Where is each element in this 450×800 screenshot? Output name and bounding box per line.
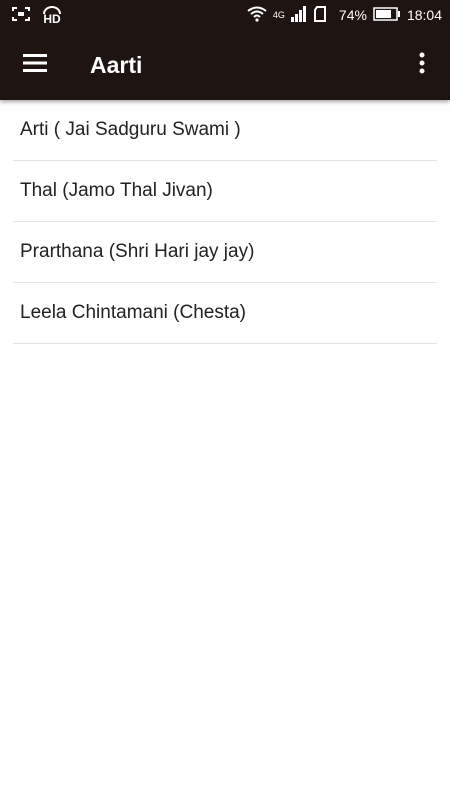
more-vert-icon <box>419 52 425 79</box>
screenshot-icon <box>12 6 30 24</box>
hd-headset-icon: HD <box>42 6 62 26</box>
menu-button[interactable] <box>0 30 70 100</box>
status-bar: HD 4G 74% 18:04 <box>0 0 450 30</box>
list-item-label: Leela Chintamani (Chesta) <box>20 302 247 323</box>
battery-icon <box>373 6 401 24</box>
list-item-label: Prarthana (Shri Hari jay jay) <box>20 241 255 262</box>
network-type-label: 4G <box>272 10 285 20</box>
signal-icon <box>290 5 307 25</box>
aarti-list: Arti ( Jai Sadguru Swami ) Thal (Jamo Th… <box>0 100 450 344</box>
sim-icon <box>313 5 327 25</box>
clock: 18:04 <box>406 7 442 23</box>
battery-percent: 74% <box>338 7 367 23</box>
hamburger-menu-icon <box>23 53 47 77</box>
app-bar: Aarti <box>0 30 450 100</box>
list-item-prarthana[interactable]: Prarthana (Shri Hari jay jay) <box>13 222 437 283</box>
list-item-arti[interactable]: Arti ( Jai Sadguru Swami ) <box>13 100 437 161</box>
list-item-label: Thal (Jamo Thal Jivan) <box>20 180 213 201</box>
page-title: Aarti <box>90 51 143 78</box>
list-item-thal[interactable]: Thal (Jamo Thal Jivan) <box>13 161 437 222</box>
overflow-menu-button[interactable] <box>394 30 450 100</box>
hd-label: HD <box>43 12 61 26</box>
list-item-leela-chintamani[interactable]: Leela Chintamani (Chesta) <box>13 283 437 344</box>
list-item-label: Arti ( Jai Sadguru Swami ) <box>20 119 241 140</box>
wifi-icon <box>247 6 267 25</box>
